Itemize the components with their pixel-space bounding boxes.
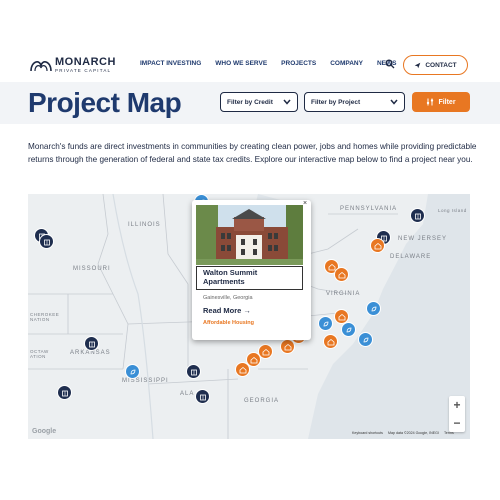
- main-nav: IMPACT INVESTING WHO WE SERVE PROJECTS C…: [140, 60, 410, 67]
- map-pin[interactable]: [358, 332, 373, 347]
- logo[interactable]: MONARCH PRIVATE CAPITAL: [30, 55, 130, 75]
- nav-impact-investing[interactable]: IMPACT INVESTING: [140, 60, 201, 67]
- map-label-missouri: MISSOURI: [73, 266, 111, 272]
- map-label-octaw: OCTAW ATION: [30, 349, 49, 359]
- leaf-icon: [323, 321, 328, 326]
- home-icon: [250, 356, 257, 363]
- map-pin[interactable]: [410, 208, 425, 223]
- map-label-virginia: VIRGINIA: [326, 291, 361, 297]
- filter-button[interactable]: Filter: [412, 92, 470, 112]
- map-label-mississippi: MISSISSIPPI: [122, 378, 169, 384]
- map-pin[interactable]: [366, 301, 381, 316]
- map-label-georgia: GEORGIA: [244, 398, 280, 404]
- building-icon: [414, 213, 421, 219]
- home-icon: [262, 348, 269, 355]
- map-label-illinois: ILLINOIS: [128, 222, 161, 228]
- butterfly-logo-icon: [30, 61, 52, 72]
- search-icon[interactable]: [385, 59, 395, 69]
- send-icon: [415, 62, 421, 68]
- filter-by-project-select[interactable]: Filter by Project: [304, 92, 405, 112]
- zoom-in-button[interactable]: +: [453, 398, 460, 412]
- leaf-icon: [130, 369, 135, 374]
- filter-credit-label: Filter by Credit: [227, 98, 273, 106]
- contact-label: CONTACT: [425, 61, 457, 69]
- map-pin[interactable]: [318, 316, 333, 331]
- map-pin[interactable]: [323, 334, 338, 349]
- project-name: Walton Summit Apartments: [196, 266, 303, 290]
- map-pin[interactable]: [186, 364, 201, 379]
- building-icon: [199, 394, 206, 400]
- map-pin[interactable]: [84, 336, 99, 351]
- map-pin[interactable]: [334, 267, 349, 282]
- zoom-out-button[interactable]: −: [453, 416, 460, 430]
- map-pin[interactable]: [195, 389, 210, 404]
- map-label-delaware: DELAWARE: [390, 254, 432, 260]
- zoom-controls: + −: [449, 396, 465, 432]
- contact-button[interactable]: CONTACT: [403, 55, 468, 75]
- building-icon: [61, 390, 68, 396]
- building-icon: [190, 369, 197, 375]
- project-type: Affordable Housing: [203, 320, 255, 326]
- filter-button-label: Filter: [438, 98, 456, 106]
- nav-company[interactable]: COMPANY: [330, 60, 363, 67]
- map-label-long-island: Long Island: [438, 208, 467, 213]
- filter-by-credit-select[interactable]: Filter by Credit: [220, 92, 298, 112]
- map-pin[interactable]: [39, 234, 54, 249]
- read-more-link[interactable]: Read More →: [203, 306, 251, 315]
- home-icon: [338, 271, 345, 278]
- home-icon: [374, 242, 381, 249]
- site-header: MONARCH PRIVATE CAPITAL IMPACT INVESTING…: [0, 0, 500, 82]
- map-data-text: Map data ©2024 Google, INEGI: [387, 431, 439, 435]
- home-icon: [239, 366, 246, 373]
- map-pin[interactable]: [235, 362, 250, 377]
- home-icon: [327, 338, 334, 345]
- project-location: Gainesville, Georgia: [203, 295, 253, 301]
- home-icon: [284, 343, 291, 350]
- intro-paragraph: Monarch's funds are direct investments i…: [28, 142, 477, 164]
- building-icon: [88, 341, 95, 347]
- brand-name: MONARCH: [55, 55, 116, 68]
- project-photo: [196, 205, 303, 265]
- map-pin[interactable]: [370, 238, 385, 253]
- chevron-down-icon: [390, 99, 398, 105]
- nav-who-we-serve[interactable]: WHO WE SERVE: [215, 60, 267, 67]
- terms-link[interactable]: Terms: [444, 431, 454, 435]
- map-label-pennsylvania: PENNSYLVANIA: [340, 206, 398, 212]
- keyboard-shortcuts-link[interactable]: Keyboard shortcuts: [352, 431, 383, 435]
- google-logo: Google: [32, 428, 57, 435]
- brand-tagline: PRIVATE CAPITAL: [55, 67, 112, 73]
- page-title: Project Map: [28, 87, 182, 118]
- filter-project-label: Filter by Project: [311, 98, 361, 106]
- map-label-alabama: ALA: [180, 391, 195, 397]
- building-icon: [43, 239, 50, 245]
- leaf-icon: [371, 306, 376, 311]
- map-pin[interactable]: [280, 339, 295, 354]
- map-pin[interactable]: [57, 385, 72, 400]
- map-pin[interactable]: [341, 322, 356, 337]
- leaf-icon: [363, 337, 368, 342]
- leaf-icon: [346, 327, 351, 332]
- home-icon: [338, 313, 345, 320]
- sliders-icon: [427, 98, 434, 106]
- chevron-down-icon: [283, 99, 291, 105]
- map-label-cherokee: CHEROKEE NATION: [30, 312, 60, 322]
- map-footer: Keyboard shortcuts Map data ©2024 Google…: [352, 431, 454, 435]
- map-pin[interactable]: [125, 364, 140, 379]
- nav-projects[interactable]: PROJECTS: [281, 60, 316, 67]
- map-label-new-jersey: NEW JERSEY: [398, 236, 448, 242]
